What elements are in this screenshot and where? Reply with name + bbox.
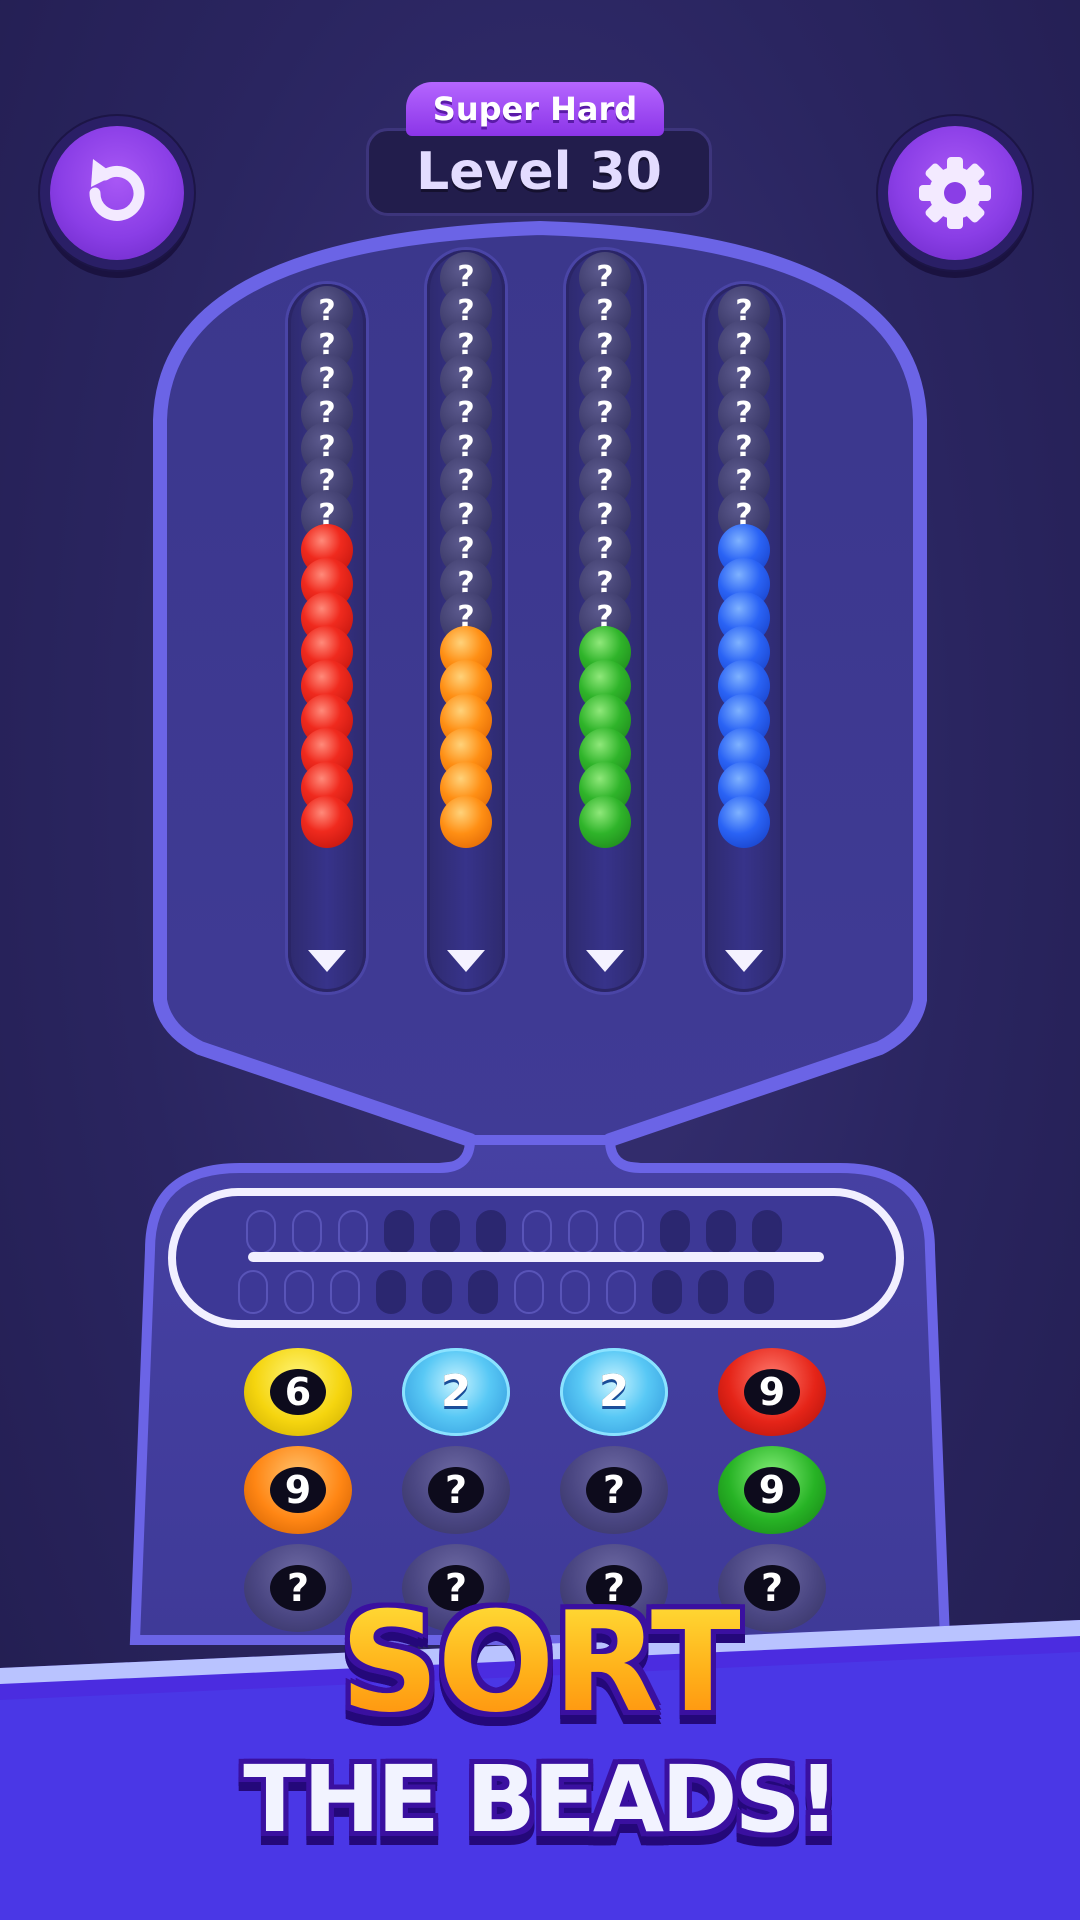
banner-subtitle: THE BEADS! [243,1746,839,1853]
restart-button[interactable] [50,126,184,260]
conveyor-slot [476,1210,506,1254]
gear-icon [919,157,991,229]
token-count: 9 [744,1467,800,1513]
level-title: Level 30 [366,128,712,216]
conveyor-slot [652,1270,682,1314]
token-count: ? [586,1467,642,1513]
token-count: 2 [440,1366,472,1417]
drop-arrow-icon [586,950,624,972]
token-count: 2 [598,1366,630,1417]
red-token[interactable]: 9 [718,1348,826,1436]
conveyor-slot [284,1270,314,1314]
green-bead [579,796,631,848]
drop-arrow-icon [447,950,485,972]
token-count: 9 [744,1369,800,1415]
locked-token[interactable]: ? [560,1446,668,1534]
drop-arrow-icon [725,950,763,972]
conveyor-slot [698,1270,728,1314]
conveyor-slot [514,1270,544,1314]
drop-arrow-icon [308,950,346,972]
token-count: 9 [270,1467,326,1513]
conveyor-slot [522,1210,552,1254]
token-count: ? [744,1565,800,1611]
conveyor-slot [292,1210,322,1254]
restart-arrow-icon [89,159,145,221]
conveyor-slot [338,1210,368,1254]
conveyor-slot [660,1210,690,1254]
difficulty-badge: Super Hard [406,82,664,136]
bead-column[interactable]: ??????????? [566,250,644,992]
conveyor-slot [422,1270,452,1314]
conveyor-slot [706,1210,736,1254]
banner-title: SORT [340,1582,745,1743]
bead-column[interactable]: ??????????? [427,250,505,992]
token-count: ? [270,1565,326,1611]
blue-bead [718,796,770,848]
yellow-token[interactable]: 6 [244,1348,352,1436]
conveyor-rail [248,1252,824,1262]
bead-column[interactable]: ??????? [705,284,783,992]
conveyor-slot [330,1270,360,1314]
bead-column[interactable]: ??????? [288,284,366,992]
ice-token[interactable]: 2 [560,1348,668,1436]
conveyor-slot [752,1210,782,1254]
conveyor-slot [384,1210,414,1254]
conveyor-slot [614,1210,644,1254]
conveyor-slot [246,1210,276,1254]
conveyor-slot [568,1210,598,1254]
locked-token[interactable]: ? [244,1544,352,1632]
token-count: ? [428,1467,484,1513]
settings-button[interactable] [888,126,1022,260]
conveyor-slot [430,1210,460,1254]
green-token[interactable]: 9 [718,1446,826,1534]
upper-chamber [153,220,927,1177]
conveyor-slot [744,1270,774,1314]
token-count: 6 [270,1369,326,1415]
orange-token[interactable]: 9 [244,1446,352,1534]
locked-token[interactable]: ? [402,1446,510,1534]
conveyor-slot [238,1270,268,1314]
conveyor-slot [468,1270,498,1314]
ice-token[interactable]: 2 [402,1348,510,1436]
orange-bead [440,796,492,848]
red-bead [301,796,353,848]
conveyor-slot [606,1270,636,1314]
conveyor-slot [376,1270,406,1314]
conveyor-slot [560,1270,590,1314]
